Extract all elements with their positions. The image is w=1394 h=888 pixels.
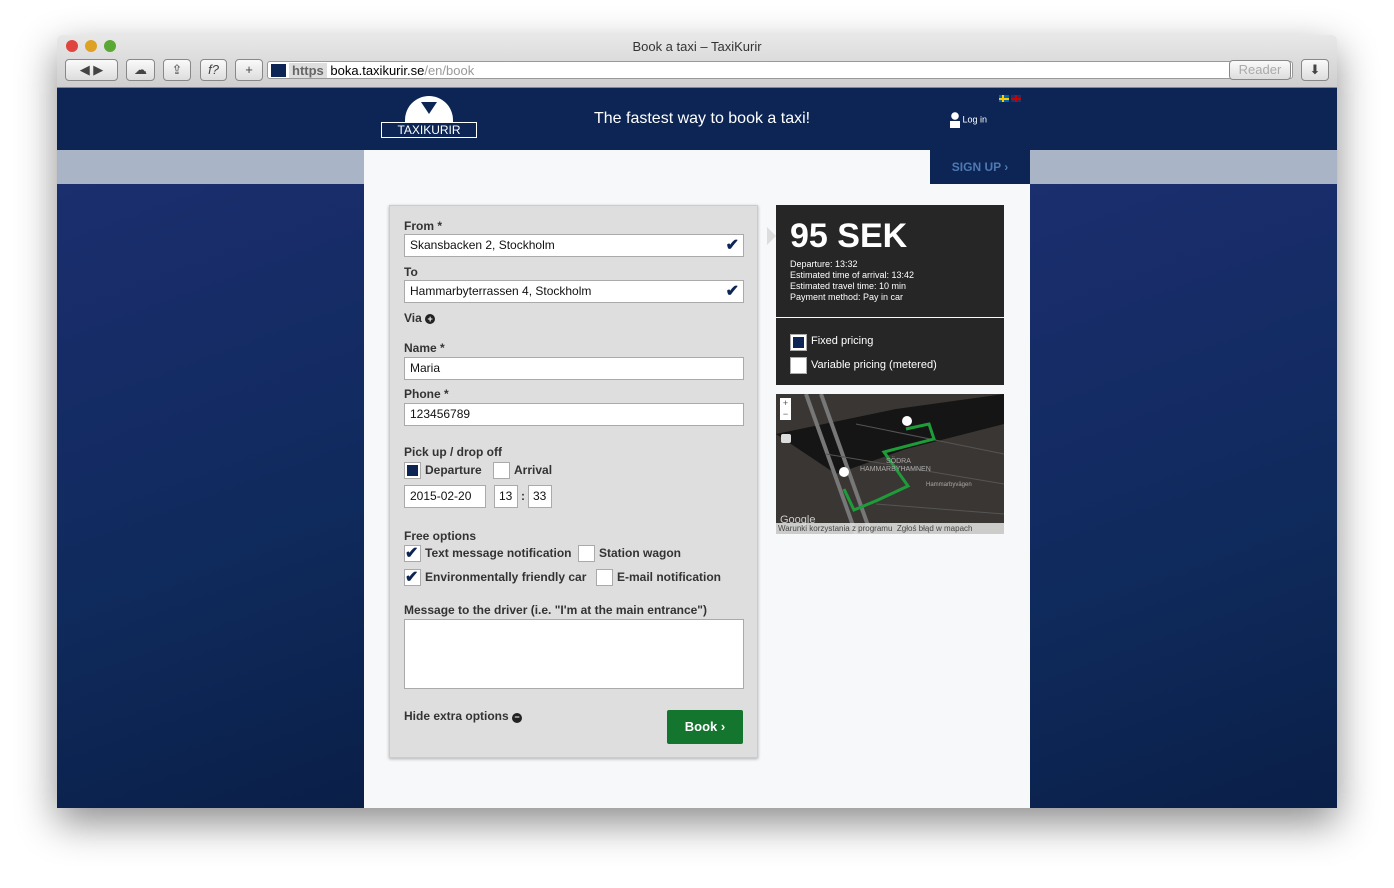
share-icon[interactable]: ⇪ — [163, 59, 191, 81]
https-badge: https — [289, 63, 327, 78]
departure-label: Departure — [425, 463, 482, 477]
plus-circle-icon: + — [425, 314, 436, 324]
departure-radio[interactable] — [404, 462, 421, 479]
option-checkbox-station-wagon[interactable] — [578, 545, 595, 562]
message-label: Message to the driver (i.e. "I'm at the … — [404, 603, 707, 617]
name-label: Name * — [404, 341, 445, 355]
to-input[interactable]: Hammarbyterrassen 4, Stockholm ✔ — [404, 280, 744, 303]
pricing-options: Fixed pricing Variable pricing (metered) — [776, 318, 1004, 385]
pickup-label: Pick up / drop off — [404, 445, 502, 459]
departure-time: Departure: 13:32 — [790, 259, 858, 269]
via-toggle[interactable]: Via + — [404, 311, 436, 325]
option-label: Text message notification — [425, 546, 572, 560]
address-bar[interactable]: https boka.taxikurir.se/en/book ↻ — [267, 61, 1293, 79]
street-view-icon[interactable] — [781, 434, 791, 443]
map-label: SÖDRA — [886, 458, 911, 465]
reader-button[interactable]: Reader — [1229, 60, 1291, 80]
arrival-time: Estimated time of arrival: 13:42 — [790, 270, 915, 280]
user-icon — [950, 112, 960, 128]
map-terms-link[interactable]: Warunki korzystania z programu — [778, 524, 892, 533]
option-checkbox-eco-car[interactable]: ✔ — [404, 569, 421, 586]
option-label: Station wagon — [599, 546, 681, 560]
book-button[interactable]: Book › — [667, 710, 743, 744]
background-image-left — [57, 150, 364, 808]
language-flags[interactable] — [999, 95, 1021, 102]
arrival-radio[interactable] — [493, 462, 510, 479]
background-image-right — [1030, 150, 1337, 808]
minus-circle-icon: − — [512, 713, 523, 723]
travel-time: Estimated travel time: 10 min — [790, 281, 907, 291]
variable-pricing-label: Variable pricing (metered) — [811, 359, 937, 371]
phone-input[interactable]: 123456789 — [404, 403, 744, 426]
new-tab-icon[interactable]: + — [235, 59, 263, 81]
check-icon: ✔ — [725, 283, 739, 300]
price-summary: 95 SEK Departure: 13:32 Estimated time o… — [776, 205, 1004, 317]
hour-input[interactable]: 13 — [494, 485, 518, 508]
map-label: HAMMARBYHAMNEN — [860, 466, 931, 473]
window-title: Book a taxi – TaxiKurir — [632, 39, 762, 54]
phone-label: Phone * — [404, 387, 449, 401]
logo[interactable]: TAXIKURIR — [381, 96, 477, 140]
login-link[interactable]: Log in — [950, 112, 987, 128]
payment-method: Payment method: Pay in car — [790, 292, 904, 302]
free-options-label: Free options — [404, 529, 477, 543]
variable-pricing-radio[interactable] — [790, 357, 807, 374]
option-label: E-mail notification — [617, 570, 722, 584]
from-label: From * — [404, 219, 443, 233]
favicon-icon — [271, 64, 286, 77]
url-path: /en/book — [424, 63, 475, 78]
from-input[interactable]: Skansbacken 2, Stockholm ✔ — [404, 234, 744, 257]
route-map[interactable]: + − SÖDRA HAMMARBYHAMNEN Hammarbyvägen Go… — [776, 394, 1004, 534]
hide-extra-options[interactable]: Hide extra options − — [404, 709, 523, 723]
time-separator: : — [521, 489, 525, 503]
option-label: Environmentally friendly car — [425, 570, 587, 584]
titlebar: Book a taxi – TaxiKurir ◀ ▶ ☁ ⇪ f? + htt… — [57, 35, 1337, 88]
strip-left — [57, 150, 364, 184]
swedish-flag-icon[interactable] — [999, 95, 1009, 102]
url-host: boka.taxikurir.se — [330, 63, 425, 78]
to-label: To — [404, 265, 418, 279]
map-label: Hammarbyvägen — [926, 482, 972, 488]
name-input[interactable]: Maria — [404, 357, 744, 380]
icloud-icon[interactable]: ☁ — [126, 59, 155, 81]
site-header: TAXIKURIR The fastest way to book a taxi… — [57, 88, 1337, 150]
fixed-pricing-label: Fixed pricing — [811, 335, 874, 347]
signup-button[interactable]: SIGN UP › — [930, 150, 1030, 184]
date-input[interactable]: 2015-02-20 — [404, 485, 486, 508]
strip-right — [1030, 150, 1337, 184]
option-checkbox-sms[interactable]: ✔ — [404, 545, 421, 562]
message-textarea[interactable] — [404, 619, 744, 689]
booking-form: From * Skansbacken 2, Stockholm ✔ To Hamm… — [389, 205, 758, 758]
downloads-icon[interactable]: ⬇ — [1301, 59, 1329, 81]
fonts-icon[interactable]: f? — [200, 59, 227, 81]
pointer-arrow — [767, 227, 776, 245]
back-forward-button[interactable]: ◀ ▶ — [65, 59, 118, 81]
tagline: The fastest way to book a taxi! — [594, 110, 811, 127]
arrival-label: Arrival — [514, 463, 553, 477]
minute-input[interactable]: 33 — [528, 485, 552, 508]
option-checkbox-email[interactable] — [596, 569, 613, 586]
check-icon: ✔ — [725, 237, 739, 254]
browser-window: Book a taxi – TaxiKurir ◀ ▶ ☁ ⇪ f? + htt… — [57, 35, 1337, 808]
uk-flag-icon[interactable] — [1011, 95, 1021, 102]
fixed-pricing-radio[interactable] — [790, 334, 807, 351]
price: 95 SEK — [790, 217, 908, 255]
zoom-controls[interactable]: + − — [780, 398, 791, 420]
map-report-link[interactable]: Zgłoś błąd w mapach — [897, 524, 973, 533]
